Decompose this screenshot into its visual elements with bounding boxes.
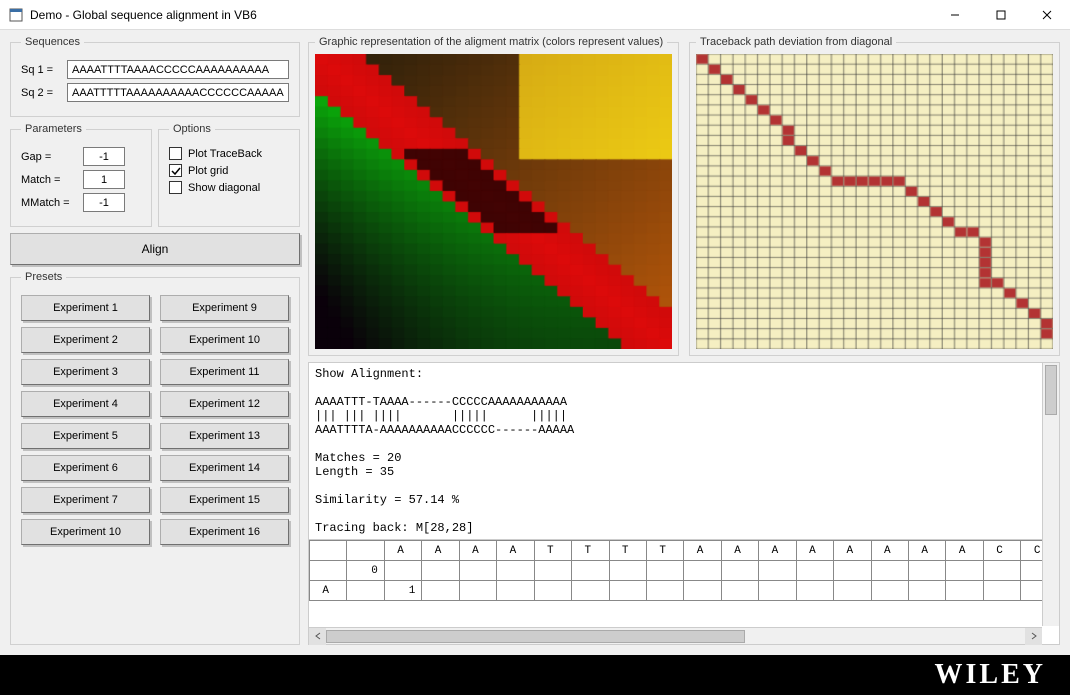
options-legend: Options xyxy=(169,123,215,135)
maximize-button[interactable] xyxy=(978,0,1024,30)
show-diagonal-checkbox[interactable] xyxy=(169,181,182,194)
plot-grid-label: Plot grid xyxy=(188,165,228,177)
gap-label: Gap = xyxy=(21,151,77,163)
dp-matrix-table: AAAATTTTAAAAAAAACC0A1 xyxy=(309,540,1059,601)
titlebar: Demo - Global sequence alignment in VB6 xyxy=(0,0,1070,30)
parameters-group: Parameters Gap = Match = MMatch = xyxy=(10,123,152,227)
matrix-heatmap xyxy=(315,54,672,349)
minimize-button[interactable] xyxy=(932,0,978,30)
preset-button[interactable]: Experiment 6 xyxy=(21,455,150,481)
form-icon xyxy=(8,7,24,23)
preset-button[interactable]: Experiment 3 xyxy=(21,359,150,385)
preset-button[interactable]: Experiment 4 xyxy=(21,391,150,417)
vscroll-thumb[interactable] xyxy=(1045,365,1057,415)
presets-legend: Presets xyxy=(21,271,66,283)
mmatch-input[interactable] xyxy=(83,193,125,212)
preset-button[interactable]: Experiment 12 xyxy=(160,391,289,417)
preset-button[interactable]: Experiment 5 xyxy=(21,423,150,449)
preset-button[interactable]: Experiment 2 xyxy=(21,327,150,353)
footer-brand: WILEY xyxy=(0,655,1070,695)
show-diagonal-label: Show diagonal xyxy=(188,182,260,194)
output-area: Show Alignment: AAAATTT-TAAAA------CCCCC… xyxy=(308,362,1060,645)
preset-button[interactable]: Experiment 13 xyxy=(160,423,289,449)
sq2-input[interactable] xyxy=(67,83,289,102)
matrix-graphic-group: Graphic representation of the aligment m… xyxy=(308,36,679,356)
traceback-graphic-group: Traceback path deviation from diagonal xyxy=(689,36,1060,356)
close-button[interactable] xyxy=(1024,0,1070,30)
sq1-label: Sq 1 = xyxy=(21,64,61,76)
sequences-legend: Sequences xyxy=(21,36,84,48)
gap-input[interactable] xyxy=(83,147,125,166)
preset-button[interactable]: Experiment 10 xyxy=(21,519,150,545)
hscroll-right-button[interactable] xyxy=(1025,628,1042,645)
preset-button[interactable]: Experiment 11 xyxy=(160,359,289,385)
traceback-legend: Traceback path deviation from diagonal xyxy=(696,36,896,48)
plot-traceback-checkbox[interactable] xyxy=(169,147,182,160)
sequences-group: Sequences Sq 1 = Sq 2 = xyxy=(10,36,300,117)
presets-group: Presets Experiment 1 Experiment 9 Experime… xyxy=(10,271,300,645)
traceback-grid xyxy=(696,54,1053,349)
sq1-input[interactable] xyxy=(67,60,289,79)
preset-button[interactable]: Experiment 7 xyxy=(21,487,150,513)
plot-traceback-label: Plot TraceBack xyxy=(188,148,262,160)
preset-button[interactable]: Experiment 9 xyxy=(160,295,289,321)
horizontal-scrollbar[interactable] xyxy=(309,627,1042,644)
match-input[interactable] xyxy=(83,170,125,189)
preset-button[interactable]: Experiment 15 xyxy=(160,487,289,513)
match-label: Match = xyxy=(21,174,77,186)
preset-button[interactable]: Experiment 10 xyxy=(160,327,289,353)
vertical-scrollbar[interactable] xyxy=(1042,363,1059,626)
options-group: Options Plot TraceBack Plot grid Show di… xyxy=(158,123,300,227)
sq2-label: Sq 2 = xyxy=(21,87,61,99)
preset-button[interactable]: Experiment 16 xyxy=(160,519,289,545)
hscroll-left-button[interactable] xyxy=(309,628,326,645)
parameters-legend: Parameters xyxy=(21,123,86,135)
align-button[interactable]: Align xyxy=(10,233,300,265)
preset-button[interactable]: Experiment 1 xyxy=(21,295,150,321)
plot-grid-checkbox[interactable] xyxy=(169,164,182,177)
mmatch-label: MMatch = xyxy=(21,197,77,209)
hscroll-thumb[interactable] xyxy=(326,630,745,643)
preset-button[interactable]: Experiment 14 xyxy=(160,455,289,481)
window-title: Demo - Global sequence alignment in VB6 xyxy=(30,8,932,22)
output-text: Show Alignment: AAAATTT-TAAAA------CCCCC… xyxy=(309,363,1059,539)
matrix-graphic-legend: Graphic representation of the aligment m… xyxy=(315,36,667,48)
